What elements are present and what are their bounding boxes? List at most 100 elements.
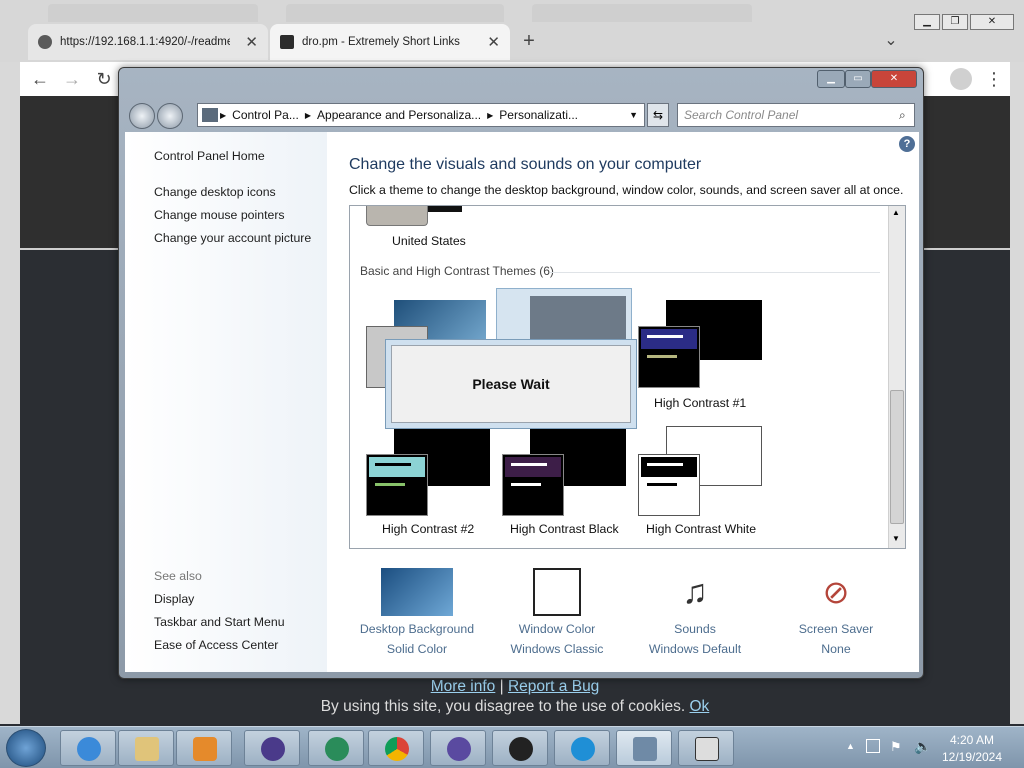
- report-bug-link[interactable]: Report a Bug: [508, 678, 599, 695]
- control-panel-home-link[interactable]: Control Panel Home: [154, 149, 265, 163]
- clock-date: 12/19/2024: [941, 750, 1003, 764]
- background-tab[interactable]: [48, 4, 258, 22]
- show-hidden-icons-icon[interactable]: ▲: [846, 741, 855, 751]
- cookie-ok-link[interactable]: Ok: [689, 698, 709, 715]
- sounds-label: Sounds: [674, 622, 716, 636]
- desktop-background-label: Desktop Background: [359, 622, 475, 636]
- clock[interactable]: 4:20 AM 12/19/2024: [940, 733, 1004, 764]
- theme-scrollbar[interactable]: ▲ ▼: [888, 206, 905, 548]
- start-button[interactable]: [6, 729, 46, 767]
- background-tab[interactable]: [532, 4, 752, 22]
- scroll-down-icon[interactable]: ▼: [892, 534, 900, 543]
- volume-icon[interactable]: 🔈: [914, 738, 931, 755]
- app-icon: [695, 737, 719, 761]
- theme-window-overlay: [502, 454, 564, 516]
- scroll-up-icon[interactable]: ▲: [892, 208, 900, 217]
- restore-button[interactable]: ❐: [942, 14, 968, 30]
- sounds-setting[interactable]: ♫ Sounds Windows Default: [635, 568, 755, 656]
- media-app-icon: [325, 737, 349, 761]
- cp-maximize-button[interactable]: ▭: [845, 70, 871, 88]
- theme-group-heading: Basic and High Contrast Themes (6): [360, 264, 554, 278]
- edge-taskbar-button[interactable]: [554, 730, 610, 766]
- tab-strip: https://192.168.1.1:4920/-/readme ✕ dro.…: [0, 0, 1024, 62]
- menu-dots-icon[interactable]: ⋮: [982, 67, 1006, 91]
- change-account-picture-link[interactable]: Change your account picture: [154, 231, 311, 245]
- scroll-thumb[interactable]: [890, 390, 904, 524]
- ease-of-access-link[interactable]: Ease of Access Center: [154, 638, 278, 652]
- left-task-pane: Control Panel Home Change desktop icons …: [125, 132, 327, 672]
- screen-saver-icon: ⊘: [822, 574, 850, 610]
- firefox-taskbar-button[interactable]: [244, 730, 300, 766]
- page-subtitle: Click a theme to change the desktop back…: [349, 183, 904, 197]
- firefox-alt-taskbar-button[interactable]: [430, 730, 486, 766]
- close-button[interactable]: ✕: [970, 14, 1014, 30]
- edge-icon: [571, 737, 595, 761]
- tab-dro-pm[interactable]: dro.pm - Extremely Short Links ✕: [270, 24, 510, 60]
- breadcrumb-personalization[interactable]: Personalizati...: [495, 108, 582, 122]
- address-bar[interactable]: ▶ Control Pa... ▶ Appearance and Persona…: [197, 103, 645, 127]
- desktop-background-setting[interactable]: Desktop Background Solid Color: [357, 568, 477, 656]
- screen-saver-setting[interactable]: ⊘ Screen Saver None: [776, 568, 896, 656]
- chrome-icon: [385, 737, 409, 761]
- sounds-icon: ♫: [682, 573, 708, 611]
- theme-label-united-states[interactable]: United States: [392, 234, 466, 248]
- theme-thumbnail-united-states[interactable]: [366, 206, 428, 226]
- search-icon[interactable]: ⌕: [899, 108, 906, 123]
- new-tab-button[interactable]: +: [518, 30, 540, 52]
- more-info-link[interactable]: More info: [431, 678, 496, 695]
- refresh-icon[interactable]: ⇆: [647, 103, 669, 127]
- reload-button[interactable]: ↻: [92, 67, 116, 91]
- back-button[interactable]: ←: [28, 67, 52, 91]
- breadcrumb-control-panel[interactable]: Control Pa...: [228, 108, 303, 122]
- control-panel-taskbar-button[interactable]: [616, 730, 672, 766]
- profile-icon[interactable]: [950, 68, 972, 90]
- change-desktop-icons-link[interactable]: Change desktop icons: [154, 185, 276, 199]
- theme-label-high-contrast-1[interactable]: High Contrast #1: [654, 396, 746, 410]
- tab-readme[interactable]: https://192.168.1.1:4920/-/readme ✕: [28, 24, 268, 60]
- back-nav-button[interactable]: [129, 103, 155, 129]
- file-explorer-taskbar-button[interactable]: [118, 730, 174, 766]
- control-panel-window: ▁ ▭ ✕ ▶ Control Pa... ▶ Appearance and P…: [118, 67, 924, 679]
- desktop-background-value: Solid Color: [386, 642, 448, 656]
- folder-icon: [135, 737, 159, 761]
- search-input[interactable]: Search Control Panel: [677, 103, 915, 127]
- theme-window-overlay: [638, 454, 700, 516]
- taskbar-start-menu-link[interactable]: Taskbar and Start Menu: [154, 615, 285, 629]
- theme-label-high-contrast-2[interactable]: High Contrast #2: [382, 522, 474, 536]
- breadcrumb-appearance[interactable]: Appearance and Personaliza...: [313, 108, 485, 122]
- cookie-notice: By using this site, you disagree to the …: [320, 698, 686, 715]
- dropdown-arrow-icon[interactable]: ▼: [629, 110, 638, 120]
- theme-window-overlay: [638, 326, 700, 388]
- display-link[interactable]: Display: [154, 592, 194, 606]
- forward-button[interactable]: →: [60, 67, 84, 91]
- window-color-icon: [533, 568, 581, 616]
- tab-search-button[interactable]: ⌄: [880, 30, 902, 52]
- close-tab-icon[interactable]: ✕: [245, 33, 258, 51]
- app-taskbar-button[interactable]: [678, 730, 734, 766]
- media-player-taskbar-button[interactable]: [176, 730, 232, 766]
- window-color-setting[interactable]: Window Color Windows Classic: [497, 568, 617, 656]
- network-icon[interactable]: [866, 739, 880, 753]
- background-tab[interactable]: [286, 4, 504, 22]
- obs-taskbar-button[interactable]: [492, 730, 548, 766]
- control-panel-icon: [202, 108, 218, 122]
- theme-label-high-contrast-black[interactable]: High Contrast Black: [510, 522, 619, 536]
- help-icon[interactable]: ?: [899, 136, 915, 152]
- cp-close-button[interactable]: ✕: [871, 70, 917, 88]
- change-mouse-pointers-link[interactable]: Change mouse pointers: [154, 208, 285, 222]
- close-tab-icon[interactable]: ✕: [487, 33, 500, 51]
- firefox-icon: [261, 737, 285, 761]
- media-app-taskbar-button[interactable]: [308, 730, 364, 766]
- obs-icon: [509, 737, 533, 761]
- chrome-taskbar-button[interactable]: [368, 730, 424, 766]
- footer-separator: |: [499, 678, 504, 695]
- internet-explorer-taskbar-button[interactable]: [60, 730, 116, 766]
- clock-time: 4:20 AM: [949, 733, 995, 747]
- flag-icon[interactable]: ⚑: [890, 739, 902, 755]
- minimize-button[interactable]: ▁: [914, 14, 940, 30]
- forward-nav-button[interactable]: [157, 103, 183, 129]
- tab-title: dro.pm - Extremely Short Links: [302, 36, 460, 48]
- please-wait-dialog: Please Wait: [385, 339, 637, 429]
- cp-minimize-button[interactable]: ▁: [817, 70, 845, 88]
- theme-label-high-contrast-white[interactable]: High Contrast White: [646, 522, 756, 536]
